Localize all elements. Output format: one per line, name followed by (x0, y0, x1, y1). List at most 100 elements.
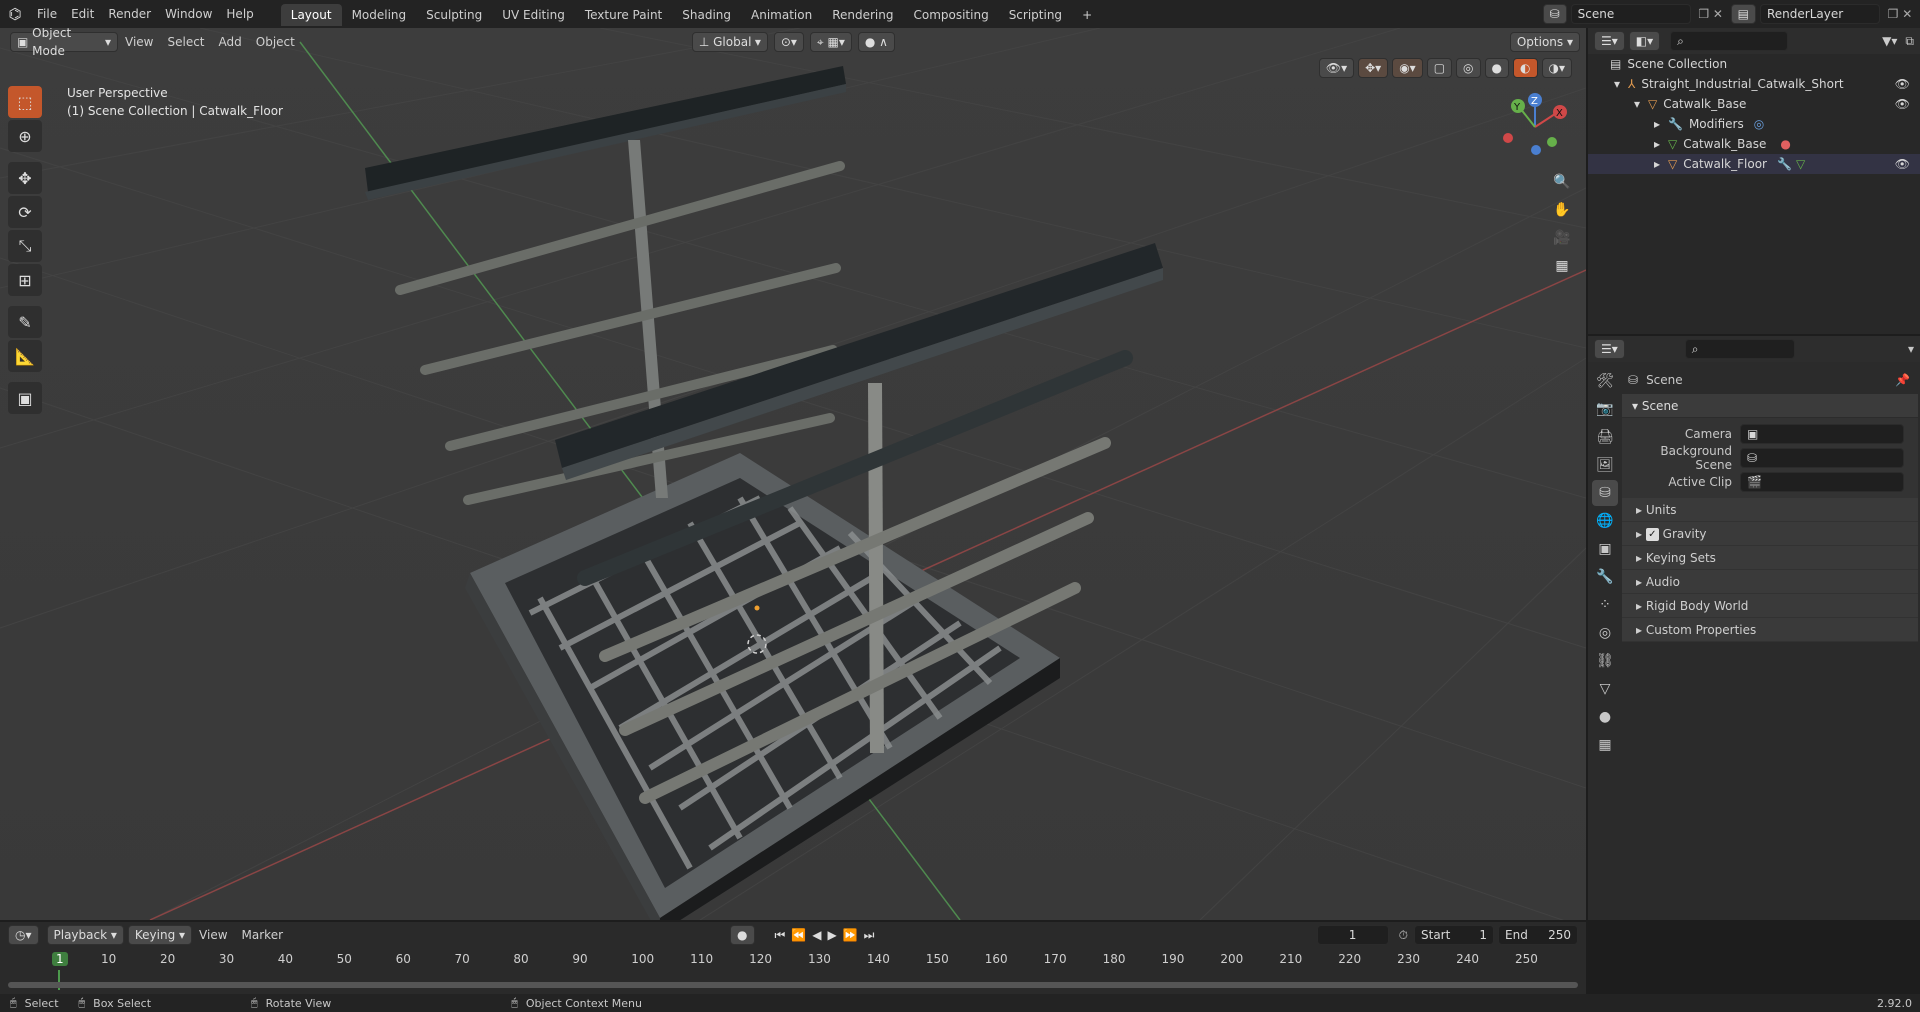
panel-units[interactable]: ▸ Units (1622, 498, 1918, 522)
outliner-row-modifiers[interactable]: ▸ 🔧 Modifiers ◎ (1588, 114, 1920, 134)
frame-ruler[interactable]: 1 10 20 30 40 50 60 70 80 90 100 110 120 130 140 150 160… (0, 948, 1586, 990)
outliner-row-mesh-data[interactable]: ▸ ▽ Catwalk_Base ● (1588, 134, 1920, 154)
perspective-toggle-icon[interactable]: ▦ (1548, 252, 1576, 280)
vp-menu-view[interactable]: View (118, 28, 160, 56)
tab-uv-editing[interactable]: UV Editing (492, 4, 575, 26)
viewport-scene[interactable] (0, 28, 1586, 920)
panel-keying-sets[interactable]: ▸ Keying Sets (1622, 546, 1918, 570)
vp-menu-select[interactable]: Select (160, 28, 211, 56)
panel-scene-header[interactable]: ▾ Scene (1622, 394, 1918, 418)
modifier-tab-icon[interactable]: 🔧 (1592, 564, 1618, 590)
navigation-gizmo[interactable]: Z X Y (1498, 90, 1572, 164)
menu-window[interactable]: Window (158, 0, 219, 28)
view-layer-copy-icon[interactable]: ❐ ✕ (1880, 7, 1920, 21)
render-tab-icon[interactable]: 📷 (1592, 396, 1618, 422)
texture-tab-icon[interactable]: ▦ (1592, 732, 1618, 758)
measure-tool-icon[interactable]: 📐 (8, 340, 42, 372)
camera-view-icon[interactable]: 🎥 (1548, 224, 1576, 252)
outliner-row-catwalk-floor[interactable]: ▸ ▽ Catwalk_Floor 🔧 ▽ 👁 (1588, 154, 1920, 174)
tab-scripting[interactable]: Scripting (999, 4, 1072, 26)
outliner-row-catwalk-base[interactable]: ▾ ▽ Catwalk_Base 👁 (1588, 94, 1920, 114)
transform-tool-icon[interactable]: ⊞ (8, 264, 42, 296)
proportional-edit-icon[interactable]: ● ∧ (857, 32, 895, 52)
panel-custom-properties[interactable]: ▸ Custom Properties (1622, 618, 1918, 642)
tab-layout[interactable]: Layout (280, 4, 342, 26)
world-tab-icon[interactable]: 🌐 (1592, 508, 1618, 534)
view-layer-selector[interactable]: RenderLayer (1760, 4, 1880, 24)
record-icon[interactable]: ● (730, 925, 755, 945)
editor-type-icon[interactable]: ☰▾ (1594, 31, 1625, 51)
panel-audio[interactable]: ▸ Audio (1622, 570, 1918, 594)
panel-rigid-body-world[interactable]: ▸ Rigid Body World (1622, 594, 1918, 618)
outliner-search-input[interactable]: ⌕ (1670, 31, 1789, 51)
snap-icon[interactable]: ⌖ ▦▾ (809, 32, 852, 52)
menu-help[interactable]: Help (219, 0, 260, 28)
object-tab-icon[interactable]: ▣ (1592, 536, 1618, 562)
rendered-shading-icon[interactable]: ◑▾ (1541, 58, 1572, 78)
chevron-down-icon[interactable]: ▾ (1908, 342, 1914, 356)
pivot-icon[interactable]: ⊙▾ (773, 32, 804, 52)
tool-tab-icon[interactable]: 🛠 (1592, 368, 1618, 394)
eye-icon[interactable]: 👁 (1895, 94, 1910, 114)
timeline-menu-view[interactable]: View (192, 921, 234, 949)
tab-sculpting[interactable]: Sculpting (416, 4, 492, 26)
active-clip-field[interactable]: 🎬 (1740, 472, 1904, 492)
gizmo-toggle-icon[interactable]: ✥▾ (1358, 58, 1389, 78)
xray-icon[interactable]: ▢ (1426, 58, 1453, 78)
transform-orientation-dropdown[interactable]: ⊥ Global ▾ (691, 32, 768, 52)
scene-selector[interactable]: Scene (1570, 4, 1691, 24)
timeline-scrollbar[interactable] (8, 982, 1578, 988)
wireframe-shading-icon[interactable]: ◎ (1456, 58, 1481, 78)
tab-rendering[interactable]: Rendering (822, 4, 903, 26)
playback-dropdown[interactable]: Playback ▾ (46, 925, 124, 945)
annotate-tool-icon[interactable]: ✎ (8, 306, 42, 338)
options-dropdown[interactable]: Options ▾ (1509, 32, 1580, 52)
outliner-row-scene-collection[interactable]: ▤ Scene Collection (1588, 54, 1920, 74)
camera-field[interactable]: ▣ (1740, 424, 1904, 444)
editor-type-icon[interactable]: ◷▾ (8, 925, 39, 945)
scale-tool-icon[interactable]: ⤡ (8, 230, 42, 262)
outliner-row-empty[interactable]: ▾ ⅄ Straight_Industrial_Catwalk_Short 👁 (1588, 74, 1920, 94)
add-workspace-button[interactable]: + (1072, 4, 1102, 26)
scene-icon[interactable]: ⛁ (1542, 4, 1567, 24)
select-box-tool-icon[interactable]: ⬚ (8, 86, 42, 118)
tab-animation[interactable]: Animation (741, 4, 822, 26)
view-layer-tab-icon[interactable]: 🖼 (1592, 452, 1618, 478)
material-tab-icon[interactable]: ● (1592, 704, 1618, 730)
clock-icon[interactable]: ⏱ (1399, 928, 1408, 943)
view-layer-icon[interactable]: ▤ (1730, 4, 1756, 24)
menu-file[interactable]: File (30, 0, 64, 28)
editor-type-icon[interactable]: ☰▾ (1594, 339, 1625, 359)
filter-icon[interactable]: ▼▾ (1882, 34, 1897, 48)
material-shading-icon[interactable]: ◐ (1513, 58, 1538, 78)
pin-icon[interactable]: 📌 (1895, 373, 1910, 387)
vp-menu-object[interactable]: Object (249, 28, 302, 56)
visibility-icon[interactable]: 👁▾ (1318, 58, 1355, 78)
rotate-tool-icon[interactable]: ⟳ (8, 196, 42, 228)
timeline-menu-marker[interactable]: Marker (235, 921, 290, 949)
new-collection-icon[interactable]: ⧉ (1905, 34, 1914, 49)
end-frame-field[interactable]: End 250 (1498, 925, 1578, 945)
tab-texture-paint[interactable]: Texture Paint (575, 4, 672, 26)
panel-gravity[interactable]: ▸ ✓ Gravity (1622, 522, 1918, 546)
eye-icon[interactable]: 👁 (1895, 154, 1910, 174)
add-cube-tool-icon[interactable]: ▣ (8, 382, 42, 414)
object-mode-dropdown[interactable]: ▣ Object Mode ▾ (10, 28, 118, 58)
playback-controls[interactable]: ⏮⏪◀▶⏩⏭ (775, 928, 881, 943)
properties-search-input[interactable]: ⌕ (1684, 339, 1795, 359)
output-tab-icon[interactable]: 🖨 (1592, 424, 1618, 450)
blender-logo-icon[interactable]: ⌬ (0, 5, 30, 23)
start-frame-field[interactable]: Start 1 (1414, 925, 1494, 945)
current-frame-field[interactable]: 1 (1316, 925, 1389, 945)
overlay-toggle-icon[interactable]: ◉▾ (1392, 58, 1423, 78)
background-scene-field[interactable]: ⛁ (1740, 448, 1904, 468)
particles-tab-icon[interactable]: ⁘ (1592, 592, 1618, 618)
scene-copy-icon[interactable]: ❐ ✕ (1691, 7, 1731, 21)
vp-menu-add[interactable]: Add (212, 28, 249, 56)
move-tool-icon[interactable]: ✥ (8, 162, 42, 194)
scene-tab-icon[interactable]: ⛁ (1592, 480, 1618, 506)
tab-shading[interactable]: Shading (672, 4, 741, 26)
gravity-checkbox[interactable]: ✓ (1645, 528, 1659, 541)
menu-render[interactable]: Render (101, 0, 158, 28)
menu-edit[interactable]: Edit (64, 0, 101, 28)
